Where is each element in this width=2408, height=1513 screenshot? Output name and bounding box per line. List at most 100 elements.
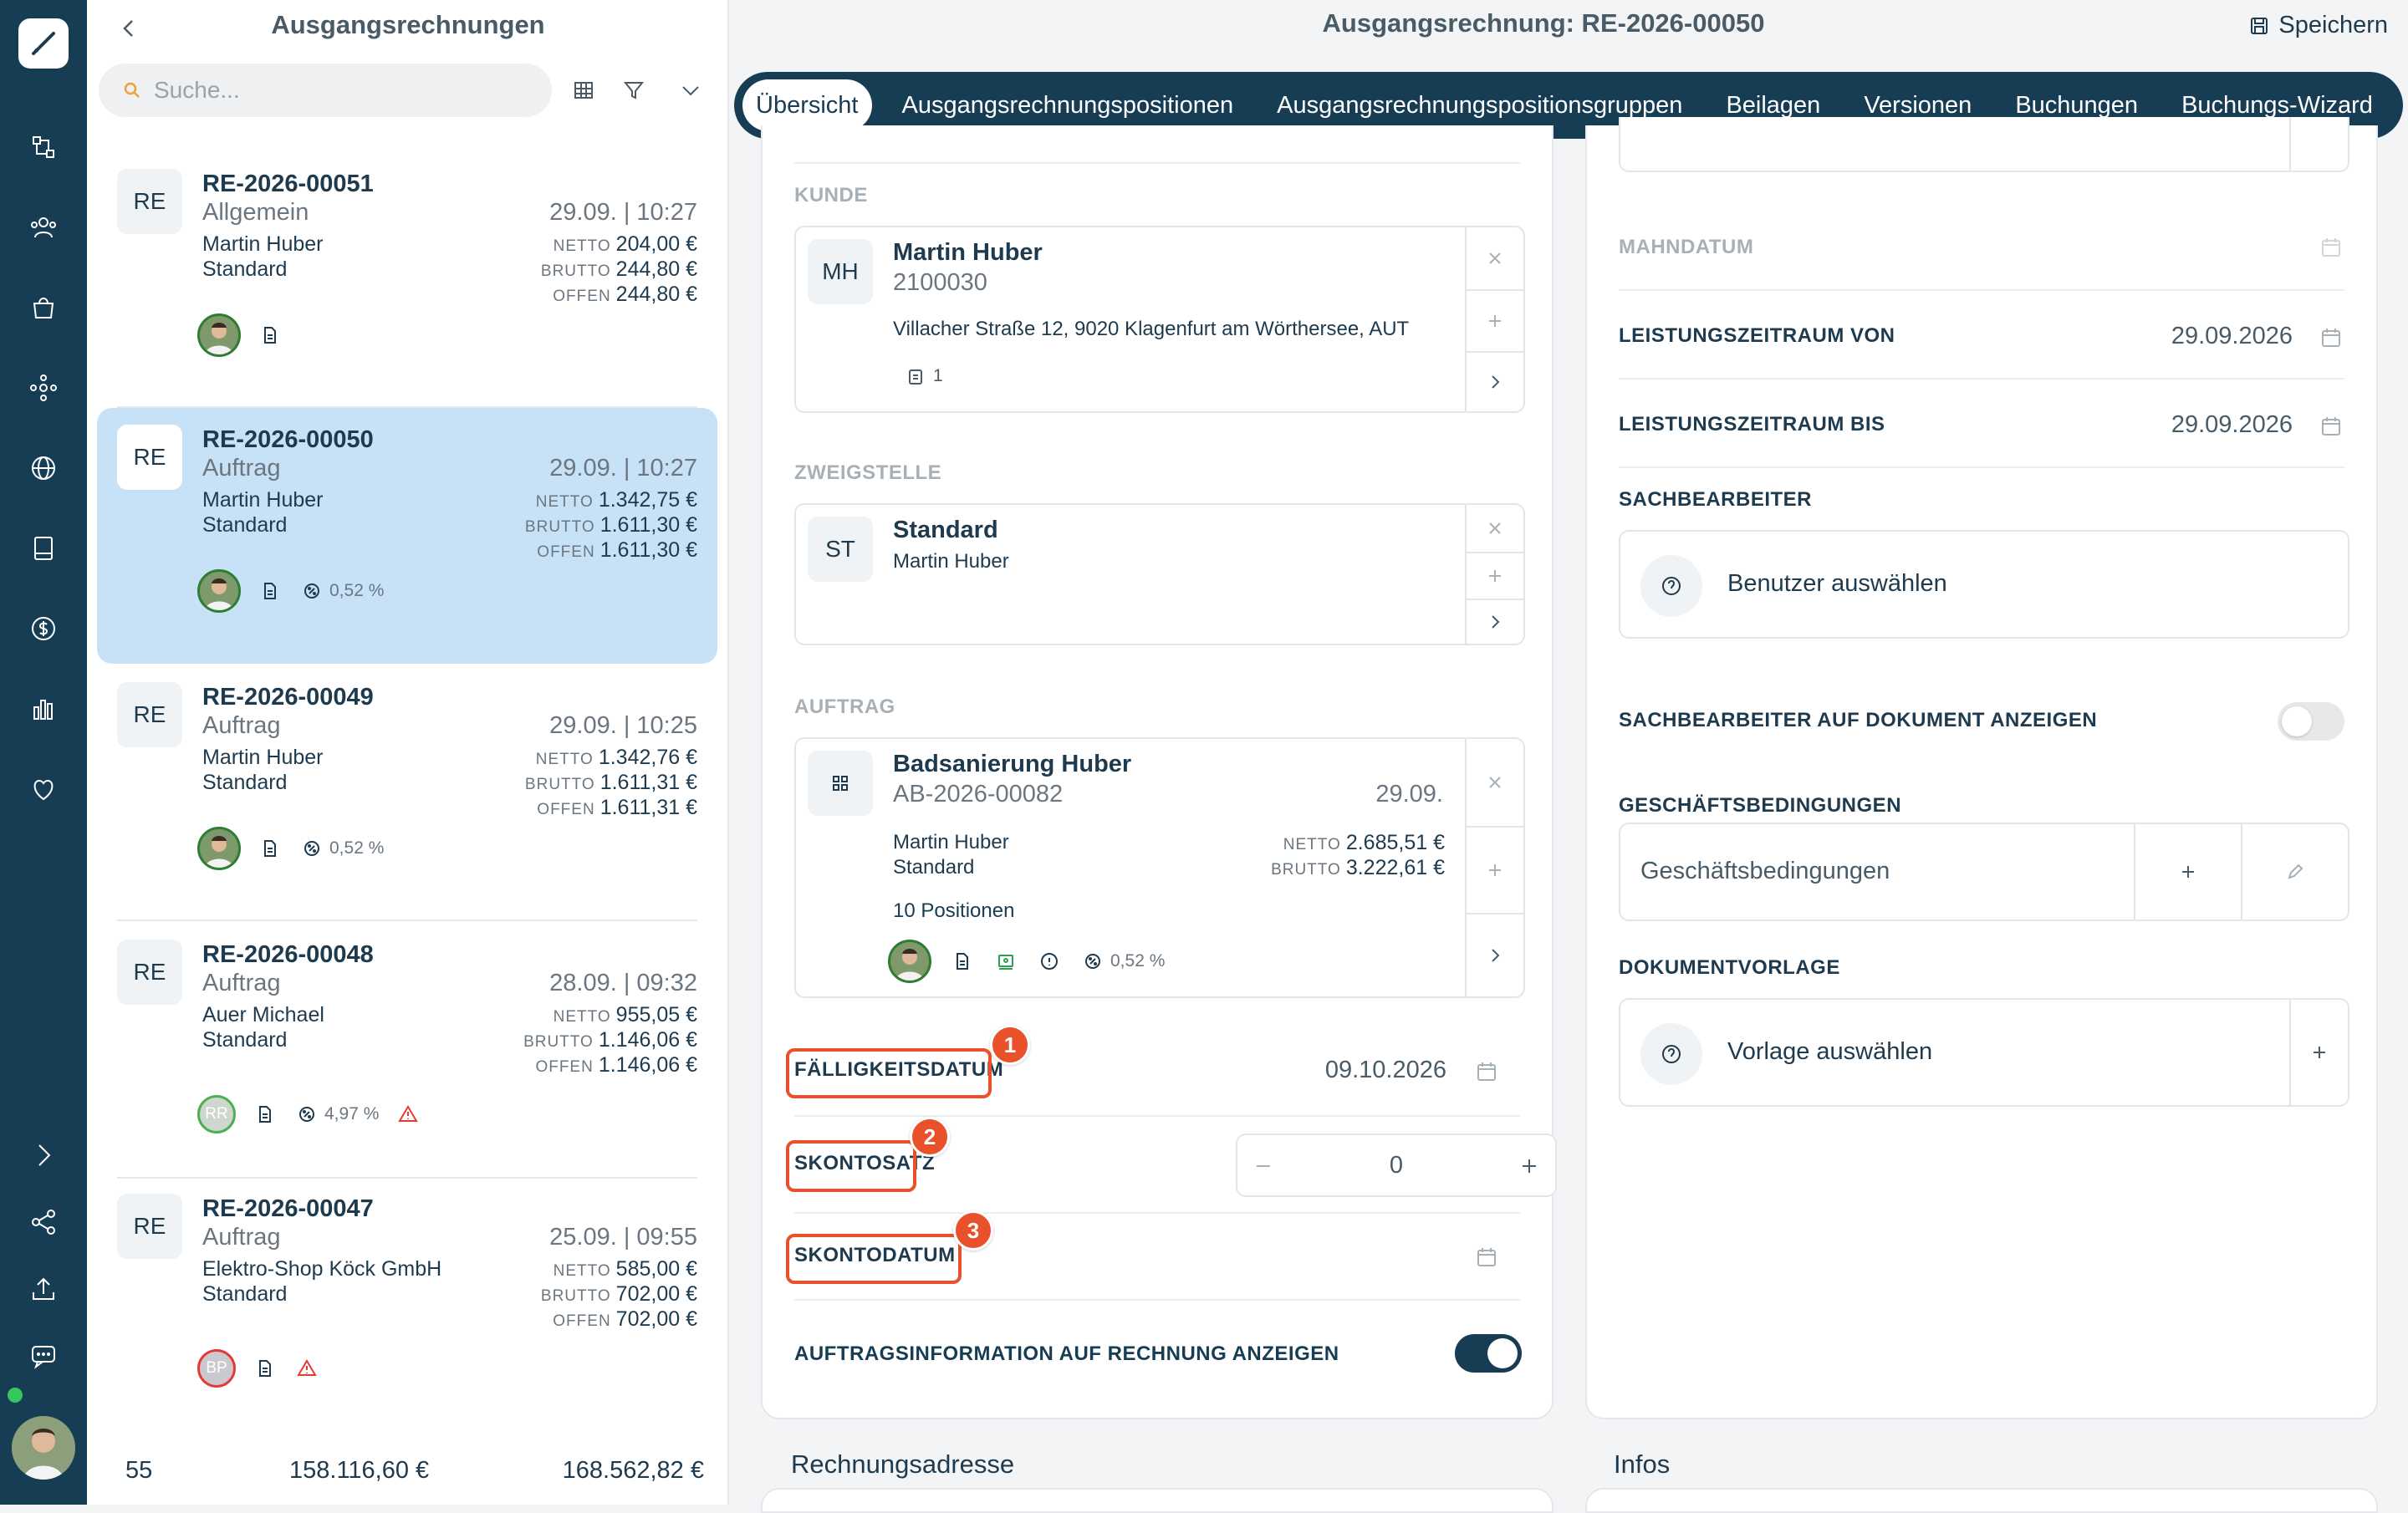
infos-panel bbox=[1585, 1488, 2378, 1513]
netto-amount: NETTO 955,05 € bbox=[553, 1003, 697, 1026]
expand-icon[interactable] bbox=[22, 1133, 65, 1177]
shopping-bag-icon[interactable] bbox=[22, 286, 65, 329]
upload-icon[interactable] bbox=[22, 1267, 65, 1311]
tab-positionen[interactable]: Ausgangsrechnungspositionen bbox=[889, 79, 1247, 131]
auftrag-add-button[interactable] bbox=[1465, 826, 1523, 913]
chevron-right-icon bbox=[1492, 615, 1500, 629]
zweigstelle-card[interactable]: ST Standard Martin Huber bbox=[794, 503, 1525, 645]
skontosatz-value[interactable]: 0 bbox=[1237, 1152, 1555, 1179]
plus-icon bbox=[1489, 570, 1501, 582]
marker-3: 3 bbox=[953, 1210, 993, 1251]
discount-icon bbox=[294, 1102, 319, 1127]
kunde-docs: 1 bbox=[906, 366, 943, 386]
geschaeftsbedingungen-label: GESCHÄFTSBEDINGUNGEN bbox=[1619, 794, 1902, 817]
globe-icon[interactable] bbox=[22, 446, 65, 490]
zweigstelle-clear-button[interactable] bbox=[1465, 505, 1523, 552]
brutto-amount: BRUTTO 1.611,31 € bbox=[524, 771, 697, 794]
help-icon bbox=[1640, 1023, 1702, 1085]
upper-field[interactable] bbox=[1619, 117, 2349, 172]
customer-name: Martin Huber bbox=[202, 746, 324, 769]
sachbearbeiter-select[interactable]: Benutzer auswählen bbox=[1619, 530, 2349, 639]
calendar-icon[interactable] bbox=[1473, 1244, 1500, 1271]
save-button[interactable]: Speichern bbox=[2248, 12, 2388, 39]
app-window: Ausgangsrechnungen RE RE-2026-00051 Allg… bbox=[0, 0, 2408, 1513]
assignee-avatar bbox=[197, 313, 241, 357]
auftrag-name: Badsanierung Huber bbox=[893, 751, 1132, 777]
table-view-icon[interactable] bbox=[564, 70, 604, 110]
kunde-add-button[interactable] bbox=[1465, 289, 1523, 351]
auftrag-card[interactable]: Badsanierung Huber AB-2026-00082 29.09. … bbox=[794, 737, 1525, 998]
share-icon[interactable] bbox=[22, 1200, 65, 1244]
kunde-clear-button[interactable] bbox=[1465, 227, 1523, 289]
search-box[interactable] bbox=[99, 64, 552, 117]
search-input[interactable] bbox=[154, 77, 505, 104]
chevron-down-icon[interactable] bbox=[671, 70, 711, 110]
chart-icon[interactable] bbox=[22, 687, 65, 731]
invoice-card[interactable]: RE RE-2026-00051 Allgemein 29.09. | 10:2… bbox=[97, 152, 717, 408]
filter-icon[interactable] bbox=[614, 70, 654, 110]
workflow-icon[interactable] bbox=[22, 125, 65, 169]
dollar-icon[interactable] bbox=[22, 607, 65, 650]
dokumentvorlage-select[interactable]: Vorlage auswählen bbox=[1619, 998, 2349, 1107]
auftrag-customer: Martin Huber bbox=[893, 831, 1009, 853]
calendar-icon[interactable] bbox=[2318, 234, 2344, 261]
document-icon bbox=[253, 1356, 278, 1381]
geschaeftsbedingungen-select[interactable]: Geschäftsbedingungen bbox=[1619, 823, 2349, 921]
tab-uebersicht[interactable]: Übersicht bbox=[742, 79, 872, 131]
netto-amount: NETTO 204,00 € bbox=[553, 232, 697, 256]
book-icon[interactable] bbox=[22, 527, 65, 570]
assignee-avatar bbox=[197, 569, 241, 613]
dokumentvorlage-label: DOKUMENTVORLAGE bbox=[1619, 956, 1840, 979]
invoice-card[interactable]: RE RE-2026-00047 Auftrag 25.09. | 09:55 … bbox=[97, 1177, 717, 1433]
calendar-icon[interactable] bbox=[2318, 324, 2344, 351]
discount-icon bbox=[1080, 949, 1105, 974]
zweigstelle-contact: Martin Huber bbox=[893, 550, 1009, 573]
branch-name: Standard bbox=[202, 1282, 288, 1306]
document-icon bbox=[950, 949, 975, 974]
network-icon[interactable] bbox=[22, 366, 65, 410]
calendar-icon[interactable] bbox=[2318, 413, 2344, 440]
invoice-date: 29.09. | 10:27 bbox=[549, 199, 697, 226]
document-type-badge: RE bbox=[117, 682, 182, 747]
brutto-amount: BRUTTO 1.611,30 € bbox=[524, 513, 697, 537]
close-icon bbox=[1489, 522, 1501, 534]
list-title: Ausgangsrechnungen bbox=[271, 10, 545, 39]
skontosatz-stepper[interactable]: 0 bbox=[1236, 1133, 1557, 1197]
plus-icon[interactable] bbox=[1518, 1155, 1540, 1181]
zweigstelle-add-button[interactable] bbox=[1465, 552, 1523, 599]
invoice-card[interactable]: RE RE-2026-00050 Auftrag 29.09. | 10:27 … bbox=[97, 408, 717, 664]
highlight-box-1 bbox=[786, 1048, 992, 1098]
chat-icon[interactable] bbox=[22, 1334, 65, 1378]
geschaeftsbedingungen-edit-button[interactable] bbox=[2241, 824, 2348, 920]
geschaeftsbedingungen-add-button[interactable] bbox=[2134, 824, 2241, 920]
offen-amount: OFFEN 1.611,31 € bbox=[537, 796, 697, 819]
auftragsinfo-toggle[interactable] bbox=[1455, 1334, 1522, 1373]
document-type-badge: RE bbox=[117, 940, 182, 1005]
leistungszeitraum-von-value[interactable]: 29.09.2026 bbox=[2171, 323, 2293, 350]
auftrag-open-button[interactable] bbox=[1465, 913, 1523, 996]
invoice-card[interactable]: RE RE-2026-00048 Auftrag 28.09. | 09:32 … bbox=[97, 923, 717, 1179]
plus-icon bbox=[1489, 315, 1501, 327]
calendar-icon[interactable] bbox=[1473, 1058, 1500, 1085]
auftrag-positions[interactable]: 10 Positionen bbox=[893, 899, 1014, 923]
brutto-amount: BRUTTO 1.146,06 € bbox=[523, 1028, 697, 1052]
auftrag-clear-button[interactable] bbox=[1465, 739, 1523, 826]
heart-icon[interactable] bbox=[22, 767, 65, 811]
zweigstelle-open-button[interactable] bbox=[1465, 599, 1523, 644]
faelligkeitsdatum-value[interactable]: 09.10.2026 bbox=[1325, 1057, 1446, 1084]
brutto-amount: BRUTTO 702,00 € bbox=[540, 1282, 697, 1306]
leistungszeitraum-bis-value[interactable]: 29.09.2026 bbox=[2171, 411, 2293, 439]
app-logo[interactable] bbox=[18, 18, 69, 69]
dokumentvorlage-add-button[interactable] bbox=[2289, 1000, 2348, 1105]
invoice-count: 55 bbox=[125, 1456, 153, 1484]
kunde-card[interactable]: MH Martin Huber 2100030 Villacher Straße… bbox=[794, 226, 1525, 413]
netto-amount: NETTO 1.342,75 € bbox=[535, 488, 697, 512]
invoice-date: 29.09. | 10:27 bbox=[549, 455, 697, 481]
invoice-date: 29.09. | 10:25 bbox=[549, 712, 697, 739]
user-avatar[interactable] bbox=[12, 1416, 75, 1480]
rechnungsadresse-panel bbox=[761, 1488, 1553, 1513]
contacts-icon[interactable] bbox=[22, 206, 65, 249]
invoice-card[interactable]: RE RE-2026-00049 Auftrag 29.09. | 10:25 … bbox=[97, 665, 717, 921]
kunde-open-button[interactable] bbox=[1465, 351, 1523, 411]
sachbearbeiter-anzeigen-toggle[interactable] bbox=[2278, 702, 2344, 741]
